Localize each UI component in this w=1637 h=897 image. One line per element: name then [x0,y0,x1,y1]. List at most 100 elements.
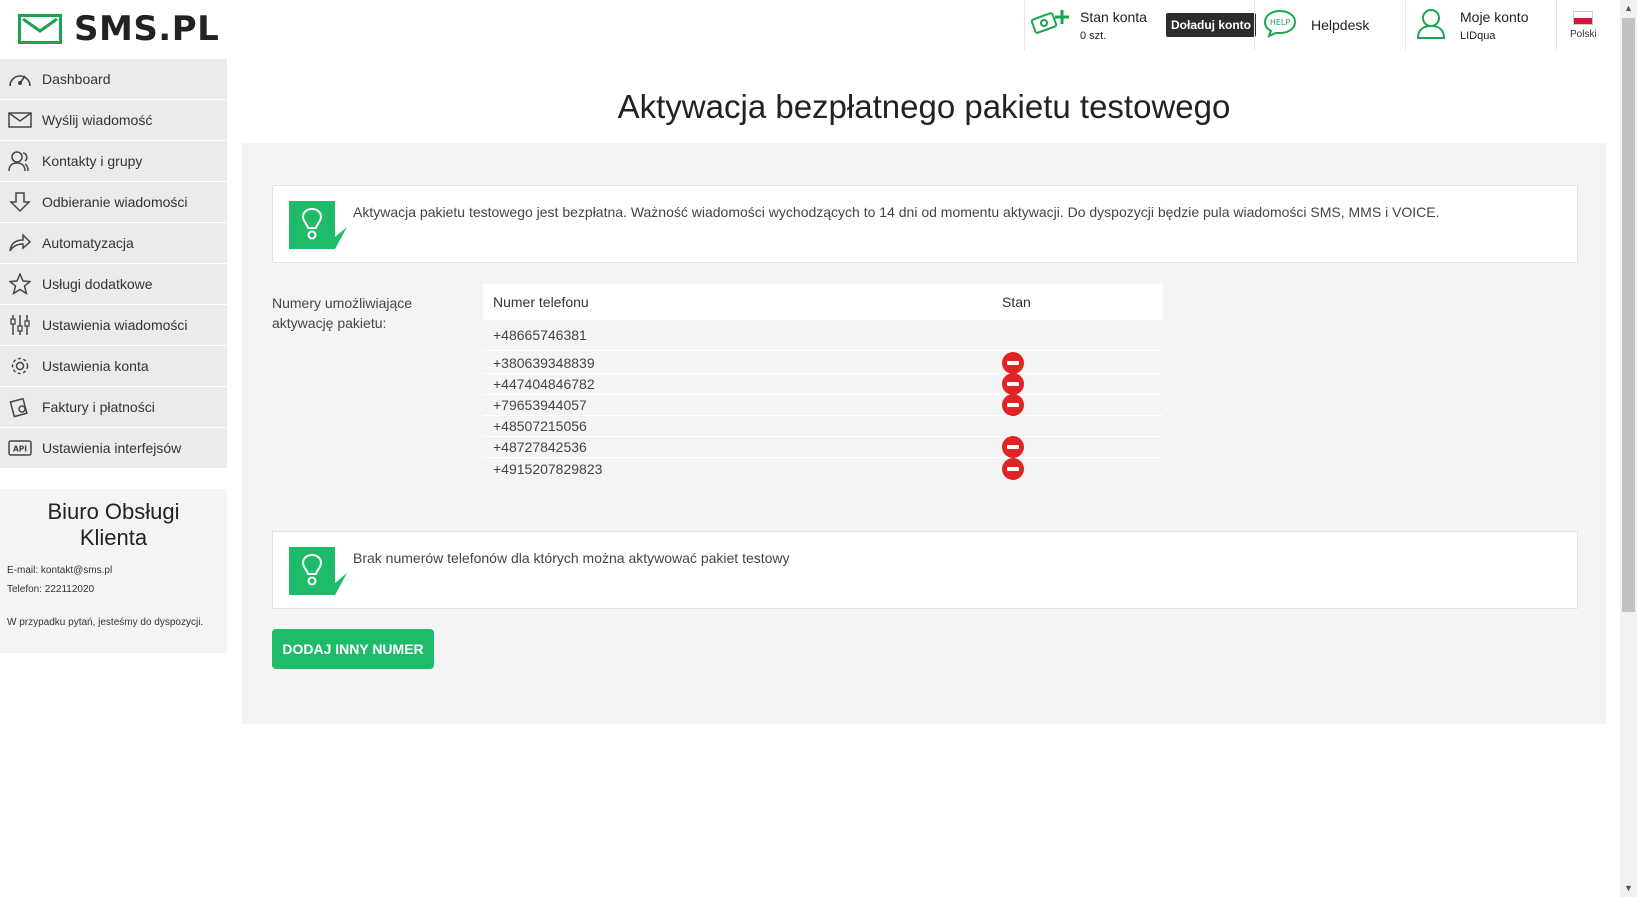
api-icon: API [7,435,33,461]
phone-number: +48665746381 [493,327,587,343]
scroll-down-arrow-icon[interactable]: ▼ [1620,880,1637,897]
help-bubble-icon: HELP [1263,8,1297,43]
scroll-up-arrow-icon[interactable]: ▲ [1620,0,1637,17]
sidebar: Dashboard Wyślij wiadomość Kontakty i gr… [0,59,227,653]
blocked-minus-icon[interactable] [1002,457,1024,480]
support-note: W przypadku pytań, jesteśmy do dyspozycj… [7,617,204,628]
column-header-number: Numer telefonu [493,294,589,310]
topup-button[interactable]: Doładuj konto [1166,13,1256,37]
page-title: Aktywacja bezpłatnego pakietu testowego [617,88,1231,125]
customer-support-box: Biuro Obsługi Klienta E-mail: kontakt@sm… [0,489,227,653]
sidebar-item-label: Wyślij wiadomość [42,112,153,128]
phone-number: +4915207829823 [493,460,603,477]
logo[interactable]: SMS.PL [18,9,219,49]
helpdesk-label: Helpdesk [1311,17,1370,33]
blocked-minus-icon[interactable] [1002,394,1024,416]
dashboard-icon [7,66,33,92]
account-status-title: Stan konta [1080,8,1147,25]
user-icon [1416,7,1446,44]
scroll-thumb[interactable] [1622,18,1635,612]
sidebar-item-label: Ustawienia konta [42,358,149,374]
language-label: Polski [1570,28,1597,40]
blocked-minus-icon[interactable] [1002,436,1024,458]
phone-number: +48507215056 [493,418,587,434]
header-divider [1254,0,1255,50]
phone-number: +79653944057 [493,397,587,413]
main-panel: Aktywacja pakietu testowego jest bezpłat… [242,143,1606,724]
table-row: +447404846782 [483,373,1163,395]
support-title: Biuro Obsługi [47,499,180,524]
sidebar-item-automation[interactable]: Automatyzacja [0,223,227,264]
helpdesk-link[interactable]: HELP Helpdesk [1263,0,1369,50]
sidebar-item-label: Dashboard [42,71,111,87]
sidebar-item-label: Automatyzacja [42,235,134,251]
star-icon [7,271,33,297]
sidebar-item-label: Ustawienia interfejsów [42,440,182,456]
invoice-icon [7,394,33,420]
status-cell [1002,352,1163,374]
sidebar-item-receive[interactable]: Odbieranie wiadomości [0,182,227,223]
sidebar-item-label: Usługi dodatkowe [42,276,153,292]
sliders-icon [7,312,33,338]
numbers-table: Numer telefonu Stan +48665746381 +380639… [483,284,1163,480]
header-divider [1024,0,1025,50]
sidebar-item-label: Faktury i płatności [42,399,155,415]
header-divider [1556,0,1557,50]
status-cell [1002,436,1163,458]
money-plus-icon [1030,6,1072,45]
blocked-minus-icon[interactable] [1002,352,1024,374]
page-scrollbar[interactable]: ▲ ▼ [1620,0,1637,897]
table-row: +48665746381 [483,320,1163,351]
header-divider [1405,0,1406,50]
no-numbers-text: Brak numerów telefonów dla których można… [353,550,790,566]
my-account-user: LIDqua [1460,29,1496,42]
info-box: Aktywacja pakietu testowego jest bezpłat… [272,185,1578,263]
svg-text:API: API [13,445,27,454]
column-header-status: Stan [1002,294,1031,310]
table-row: +79653944057 [483,394,1163,416]
support-email[interactable]: E-mail: kontakt@sms.pl [7,565,220,576]
lightbulb-icon [289,201,349,249]
sidebar-item-label: Kontakty i grupy [42,153,143,169]
account-status-value: 0 szt. [1080,29,1107,42]
sidebar-item-label: Odbieranie wiadomości [42,194,188,210]
support-phone: Telefon: 222112020 [7,584,95,595]
envelope-logo-icon [18,14,62,44]
my-account-title: Moje konto [1460,8,1529,25]
sidebar-item-extra-services[interactable]: Usługi dodatkowe [0,264,227,305]
language-switch[interactable]: Polski [1570,0,1597,50]
sidebar-item-message-settings[interactable]: Ustawienia wiadomości [0,305,227,346]
svg-text:HELP: HELP [1270,18,1291,27]
table-header: Numer telefonu Stan [483,284,1163,320]
forward-arrow-icon [7,230,33,256]
sidebar-item-dashboard[interactable]: Dashboard [0,59,227,100]
sidebar-item-label: Ustawienia wiadomości [42,317,188,333]
sidebar-item-interfaces[interactable]: API Ustawienia interfejsów [0,428,227,469]
status-cell [1002,373,1163,395]
blocked-minus-icon[interactable] [1002,373,1024,395]
sidebar-item-account-settings[interactable]: Ustawienia konta [0,346,227,387]
table-row: +380639348839 [483,352,1163,374]
lightbulb-icon [289,547,349,595]
numbers-label: Numery umożliwiające aktywację pakietu: [272,295,413,331]
envelope-icon [7,107,33,133]
contacts-icon [7,148,33,174]
table-row: +48727842536 [483,436,1163,458]
top-header: SMS.PL Stan konta 0 szt. Doładuj konto H… [0,0,1620,56]
sidebar-item-send-message[interactable]: Wyślij wiadomość [0,100,227,141]
add-number-button[interactable]: DODAJ INNY NUMER [272,629,434,669]
phone-number: +447404846782 [493,376,595,392]
poland-flag-icon [1573,10,1594,25]
sidebar-item-invoices[interactable]: Faktury i płatności [0,387,227,428]
phone-number: +380639348839 [493,355,595,371]
account-status[interactable]: Stan konta 0 szt. [1030,0,1147,50]
table-row: +48507215056 [483,416,1163,437]
table-row: +4915207829823 [483,457,1163,480]
brand-name: SMS.PL [74,9,220,49]
my-account-link[interactable]: Moje konto LIDqua [1416,0,1528,50]
sidebar-item-contacts[interactable]: Kontakty i grupy [0,141,227,182]
support-title: Klienta [79,525,148,550]
gear-icon [7,353,33,379]
phone-number: +48727842536 [493,439,587,455]
info-text: Aktywacja pakietu testowego jest bezpłat… [353,204,1440,220]
